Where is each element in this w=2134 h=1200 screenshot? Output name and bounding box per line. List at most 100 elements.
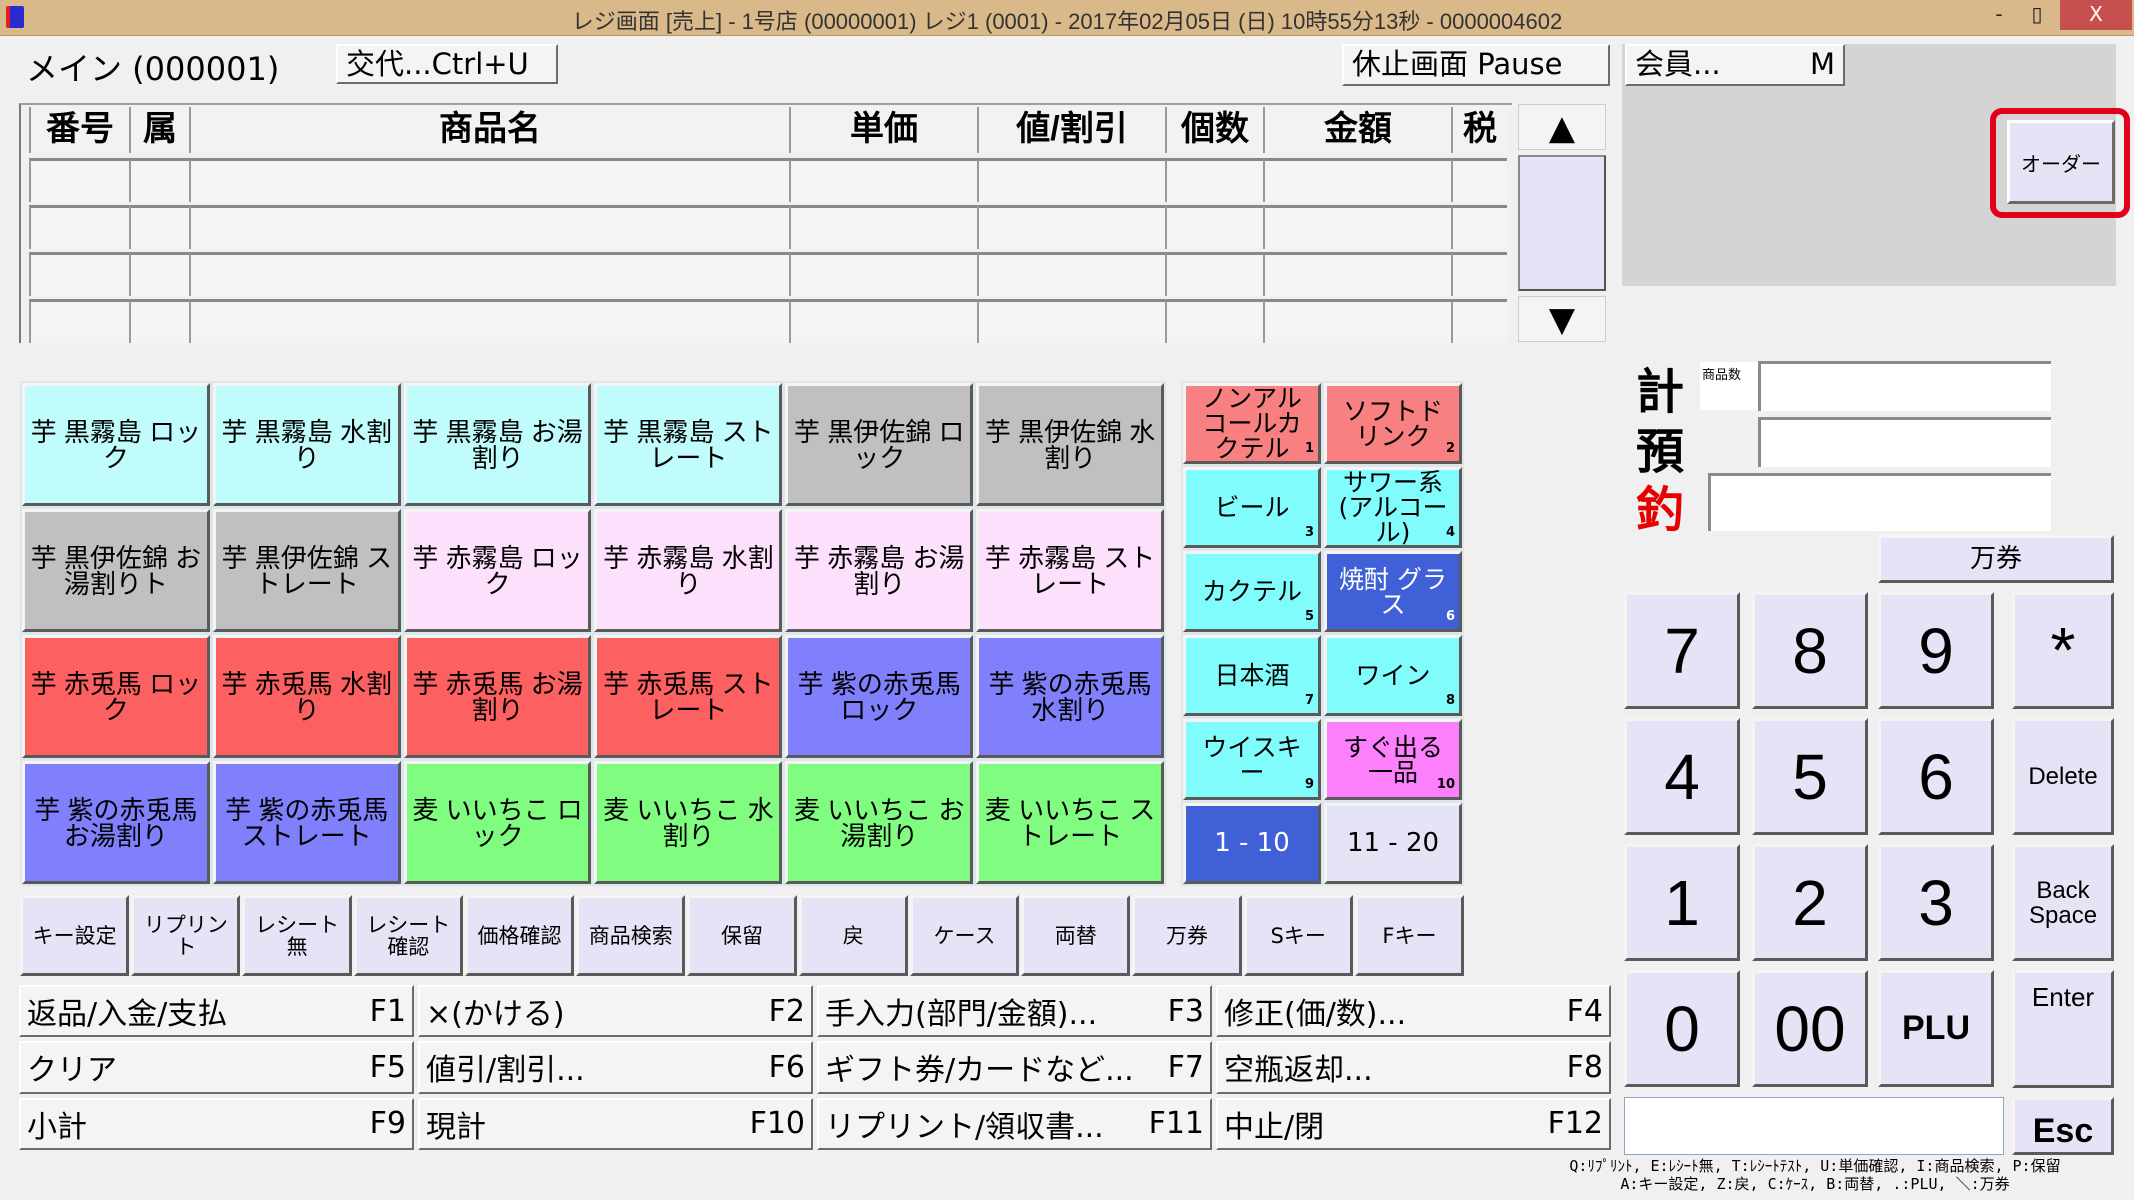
fkey-button[interactable]: 返品/入金/支払 F1 [19, 985, 414, 1038]
category-button[interactable]: ワイン 8 [1324, 635, 1462, 716]
plu-key[interactable]: PLU [1878, 970, 1994, 1087]
column-header[interactable]: 属 [129, 107, 189, 153]
member-button[interactable]: 会員... M [1625, 44, 1845, 86]
function-button[interactable]: レシート確認 [353, 895, 463, 976]
column-header[interactable]: 商品名 [189, 107, 789, 153]
product-button[interactable]: 麦 いいちこ 水割り [594, 761, 783, 884]
product-button[interactable]: 麦 いいちこ ロック [403, 761, 592, 884]
table-row[interactable] [29, 252, 1512, 296]
maximize-button[interactable]: ▯ [2014, 0, 2060, 30]
scroll-up-arrow-icon[interactable]: ▲ [1518, 104, 1606, 150]
product-button[interactable]: 麦 いいちこ ストレート [976, 761, 1164, 884]
function-button[interactable]: Sキー [1243, 895, 1353, 976]
function-button[interactable]: 商品検索 [576, 895, 686, 976]
numpad-key[interactable]: 7 [1624, 592, 1740, 709]
function-button[interactable]: 万券 [1132, 895, 1242, 976]
function-button[interactable]: ケース [909, 895, 1020, 976]
product-button[interactable]: 芋 赤霧島 お湯割り [785, 509, 974, 632]
numpad-key[interactable]: 4 [1624, 718, 1740, 835]
column-header[interactable]: 金額 [1263, 107, 1451, 153]
category-button[interactable]: ソフトドリンク 2 [1324, 383, 1462, 464]
numpad-key[interactable]: 2 [1752, 844, 1868, 961]
table-row[interactable] [29, 205, 1512, 249]
product-button[interactable]: 芋 赤兎馬 水割り [212, 635, 401, 758]
function-button[interactable]: レシート無 [242, 895, 352, 976]
column-header[interactable]: 番号 [29, 107, 129, 153]
category-button[interactable]: カクテル 5 [1183, 551, 1321, 632]
product-button[interactable]: 芋 赤霧島 水割り [594, 509, 783, 632]
column-header[interactable]: 個数 [1165, 107, 1263, 153]
backspace-key[interactable]: Back Space [2012, 844, 2114, 961]
esc-key[interactable]: Esc [2012, 1097, 2114, 1155]
numpad-key[interactable]: 5 [1752, 718, 1868, 835]
entry-input[interactable] [1624, 1097, 2004, 1155]
product-button[interactable]: 芋 黒伊佐錦 お湯割りト [22, 509, 210, 632]
page-tab-11-20[interactable]: 11 - 20 [1324, 803, 1462, 884]
product-button[interactable]: 麦 いいちこ お湯割り [785, 761, 974, 884]
column-header[interactable]: 単価 [789, 107, 977, 153]
numpad-key[interactable]: 3 [1878, 844, 1994, 961]
ten-thousand-note-button[interactable]: 万券 [1878, 535, 2114, 583]
order-button[interactable]: オーダー [2007, 120, 2115, 204]
function-button[interactable]: Fキー [1354, 895, 1465, 976]
category-button[interactable]: 焼酎 グラス 6 [1324, 551, 1462, 632]
fkey-button[interactable]: 空瓶返却... F8 [1216, 1041, 1611, 1094]
function-button[interactable]: キー設定 [20, 895, 130, 976]
table-row[interactable] [29, 158, 1512, 202]
product-button[interactable]: 芋 紫の赤兎馬 水割り [976, 635, 1164, 758]
fkey-button[interactable]: ギフト券/カードなど... F7 [817, 1041, 1212, 1094]
function-button[interactable]: 価格確認 [464, 895, 575, 976]
fkey-button[interactable]: 小計 F9 [19, 1097, 414, 1150]
multiply-key[interactable]: * [2012, 592, 2114, 709]
delete-key[interactable]: Delete [2012, 718, 2114, 835]
fkey-button[interactable]: 中止/閉 F12 [1216, 1097, 1611, 1150]
scrollbar-track[interactable] [1518, 155, 1606, 291]
product-button[interactable]: 芋 黒霧島 水割り [212, 383, 401, 506]
product-button[interactable]: 芋 黒霧島 ロック [22, 383, 210, 506]
function-button[interactable]: 戻 [798, 895, 908, 976]
column-header[interactable]: 値/割引 [977, 107, 1165, 153]
shift-change-button[interactable]: 交代...Ctrl+U [336, 44, 558, 84]
product-button[interactable]: 芋 赤兎馬 お湯割り [403, 635, 592, 758]
product-button[interactable]: 芋 赤兎馬 ストレート [594, 635, 783, 758]
product-button[interactable]: 芋 紫の赤兎馬 ロック [785, 635, 974, 758]
product-button[interactable]: 芋 紫の赤兎馬 ストレート [212, 761, 401, 884]
category-button[interactable]: サワー系(アルコール) 4 [1324, 467, 1462, 548]
numpad-key[interactable]: 6 [1878, 718, 1994, 835]
enter-key[interactable]: Enter [2012, 970, 2114, 1088]
product-button[interactable]: 芋 赤霧島 ストレート [976, 509, 1164, 632]
product-button[interactable]: 芋 紫の赤兎馬 お湯割り [22, 761, 210, 884]
fkey-button[interactable]: リプリント/領収書... F11 [817, 1097, 1212, 1150]
fkey-button[interactable]: クリア F5 [19, 1041, 414, 1094]
category-button[interactable]: すぐ出る一品 10 [1324, 719, 1462, 800]
category-button[interactable]: 日本酒 7 [1183, 635, 1321, 716]
fkey-button[interactable]: 現計 F10 [418, 1097, 813, 1150]
product-button[interactable]: 芋 黒伊佐錦 ロック [785, 383, 974, 506]
numpad-key[interactable]: 00 [1752, 970, 1868, 1087]
category-button[interactable]: ウイスキー 9 [1183, 719, 1321, 800]
fkey-button[interactable]: 修正(価/数)... F4 [1216, 985, 1611, 1038]
column-header[interactable]: 税 [1451, 107, 1507, 153]
category-button[interactable]: ノンアルコールカクテル 1 [1183, 383, 1321, 464]
product-button[interactable]: 芋 赤兎馬 ロック [22, 635, 210, 758]
table-row[interactable] [29, 299, 1512, 343]
numpad-key[interactable]: 1 [1624, 844, 1740, 961]
category-button[interactable]: ビール 3 [1183, 467, 1321, 548]
product-button[interactable]: 芋 黒霧島 お湯割り [403, 383, 592, 506]
numpad-key[interactable]: 8 [1752, 592, 1868, 709]
fkey-button[interactable]: 値引/割引... F6 [418, 1041, 813, 1094]
function-button[interactable]: 両替 [1021, 895, 1131, 976]
scroll-down-arrow-icon[interactable]: ▼ [1518, 296, 1606, 342]
page-tab-1-10[interactable]: 1 - 10 [1183, 803, 1321, 884]
fkey-button[interactable]: 手入力(部門/金額)... F3 [817, 985, 1212, 1038]
product-button[interactable]: 芋 黒伊佐錦 水割り [976, 383, 1164, 506]
function-button[interactable]: 保留 [687, 895, 797, 976]
function-button[interactable]: リプリント [131, 895, 241, 976]
numpad-key[interactable]: 0 [1624, 970, 1740, 1087]
pause-screen-button[interactable]: 休止画面 Pause [1342, 44, 1610, 86]
close-button[interactable]: X [2060, 0, 2132, 30]
product-button[interactable]: 芋 黒霧島 ストレート [594, 383, 783, 506]
product-button[interactable]: 芋 赤霧島 ロック [403, 509, 592, 632]
product-button[interactable]: 芋 黒伊佐錦 ストレート [212, 509, 401, 632]
fkey-button[interactable]: ×(かける) F2 [418, 985, 813, 1038]
